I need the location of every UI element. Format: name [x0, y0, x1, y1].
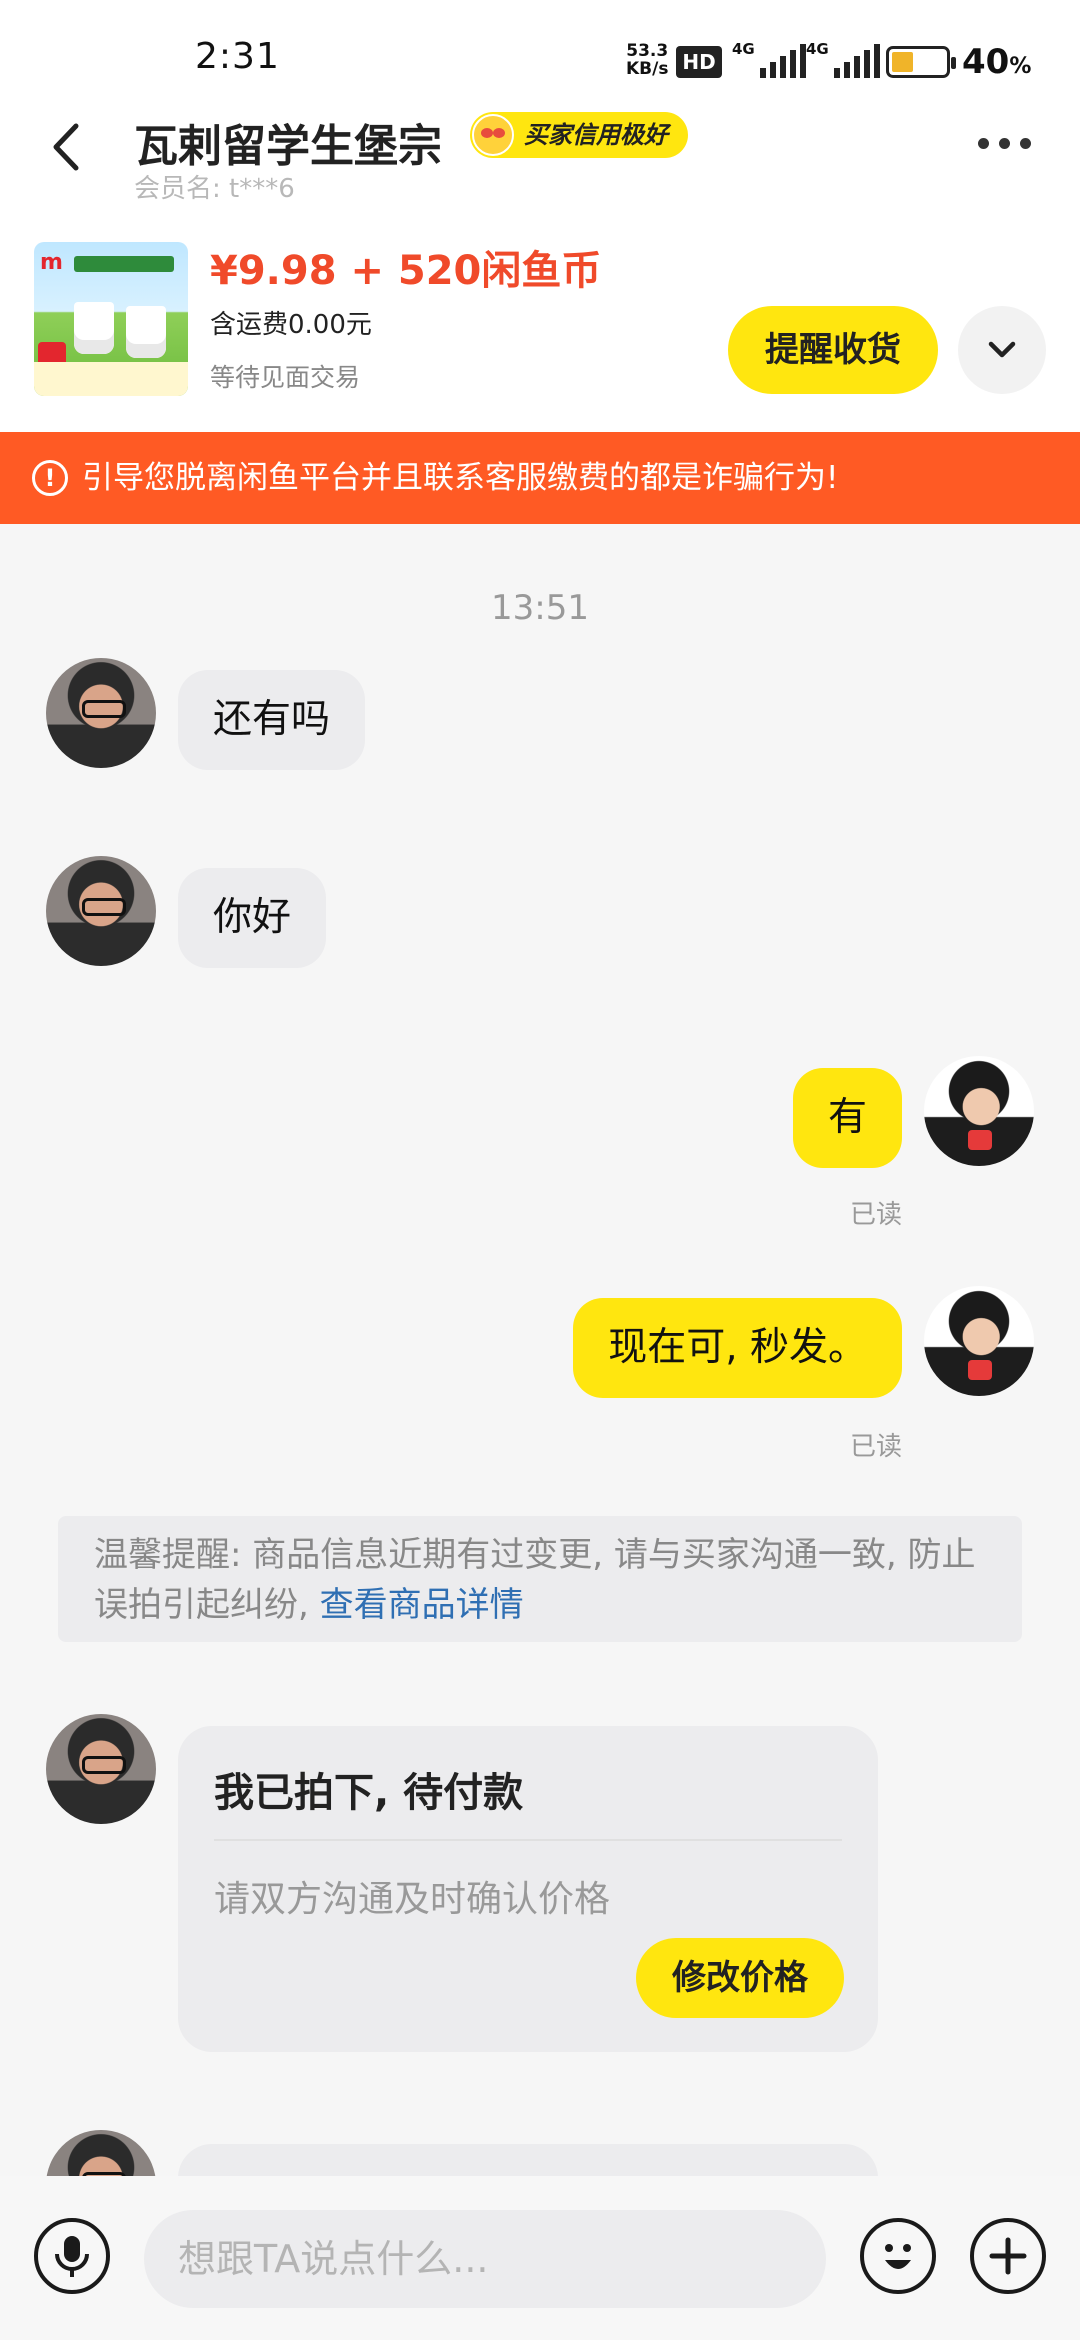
microphone-icon	[55, 2236, 89, 2277]
contact-name[interactable]: 瓦剌留学生堡宗	[134, 110, 442, 174]
message-bubble[interactable]: 有	[792, 1068, 902, 1168]
emoji-button[interactable]	[860, 2218, 936, 2294]
message-input[interactable]	[144, 2210, 826, 2308]
seller-avatar[interactable]	[924, 1056, 1034, 1166]
product-thumbnail[interactable]: m	[34, 242, 188, 396]
thumb-banner	[74, 256, 174, 272]
read-receipt: 已读	[849, 1200, 902, 1230]
message-bubble[interactable]: 还有吗	[178, 670, 366, 770]
heart-eyes-icon	[472, 114, 514, 156]
signal-icon-2	[834, 44, 880, 78]
network-speed-value: 53.3	[626, 41, 669, 61]
plus-icon	[989, 2237, 1027, 2275]
buyer-avatar[interactable]	[46, 1714, 156, 1824]
expand-button[interactable]	[958, 306, 1046, 394]
add-attachment-button[interactable]	[970, 2218, 1046, 2294]
buyer-avatar[interactable]	[46, 856, 156, 966]
status-bar: 2:31 53.3 KB/s HD 4G 4G 40%	[0, 0, 1080, 88]
chat-header: 瓦剌留学生堡宗 买家信用极好 会员名: t***6	[0, 88, 1080, 210]
network-speed-unit: KB/s	[626, 59, 669, 79]
thumb-footer	[34, 362, 188, 396]
order-card-subtitle: 请双方沟通及时确认价格	[214, 1879, 611, 1920]
battery-percent: 40%	[962, 42, 1032, 82]
hd-voice-icon: HD	[676, 46, 722, 78]
order-card-title: 我已拍下, 待付款	[214, 1770, 524, 1816]
fraud-warning-banner: ! 引导您脱离闲鱼平台并且联系客服缴费的都是诈骗行为!	[0, 432, 1080, 524]
message-bubble[interactable]: 你好	[178, 868, 327, 968]
emoji-icon	[885, 2244, 911, 2269]
warning-icon: !	[32, 460, 68, 496]
buyer-avatar[interactable]	[46, 2130, 156, 2176]
message-input-bar	[0, 2176, 1080, 2340]
message-card-partial[interactable]	[178, 2144, 878, 2176]
more-options-button[interactable]	[978, 138, 1031, 149]
signal-icon	[760, 44, 806, 78]
notice-text: 温馨提醒: 商品信息近期有过变更, 请与买家沟通一致, 防止误拍引起纠纷,	[94, 1535, 976, 1625]
shipping-fee: 含运费0.00元	[210, 310, 372, 340]
remind-delivery-button[interactable]: 提醒收货	[728, 306, 938, 394]
mcdonalds-logo: m	[40, 250, 63, 275]
battery-icon	[886, 46, 956, 78]
chat-messages[interactable]: 13:51 还有吗 你好 有 已读 现在可, 秒发。 已读 温馨提醒: 商品信息…	[0, 524, 1080, 2176]
order-status-card: 我已拍下, 待付款 请双方沟通及时确认价格 修改价格	[178, 1726, 878, 2052]
message-bubble[interactable]: 现在可, 秒发。	[573, 1298, 902, 1398]
view-product-details-link[interactable]: 查看商品详情	[320, 1585, 524, 1625]
message-timestamp: 13:51	[491, 588, 589, 628]
buyer-avatar[interactable]	[46, 658, 156, 768]
back-button[interactable]	[44, 122, 94, 172]
network-speed: 53.3 KB/s	[626, 42, 668, 78]
sundae-cup	[74, 302, 114, 354]
warning-text: 引导您脱离闲鱼平台并且联系客服缴费的都是诈骗行为!	[82, 460, 839, 496]
network-type-1: 4G	[732, 40, 755, 58]
seller-avatar[interactable]	[924, 1286, 1034, 1396]
product-price: ¥9.98 + 520闲鱼币	[210, 248, 602, 294]
order-card-divider	[214, 1839, 842, 1841]
system-notice: 温馨提醒: 商品信息近期有过变更, 请与买家沟通一致, 防止误拍引起纠纷, 查看…	[58, 1516, 1022, 1642]
voice-input-button[interactable]	[34, 2218, 110, 2294]
back-arrow-icon	[53, 123, 79, 171]
status-time: 2:31	[195, 36, 280, 77]
credit-badge-label: 买家信用极好	[524, 121, 668, 149]
network-type-2: 4G	[806, 40, 829, 58]
product-card[interactable]: m ¥9.98 + 520闲鱼币 含运费0.00元 等待见面交易 提醒收货	[0, 210, 1080, 432]
read-receipt: 已读	[849, 1432, 902, 1462]
chevron-down-icon	[988, 341, 1016, 358]
member-name: 会员名: t***6	[134, 174, 295, 204]
credit-badge[interactable]: 买家信用极好	[470, 112, 688, 158]
modify-price-button[interactable]: 修改价格	[636, 1938, 844, 2018]
sundae-cup	[126, 306, 166, 358]
order-status: 等待见面交易	[210, 363, 361, 392]
